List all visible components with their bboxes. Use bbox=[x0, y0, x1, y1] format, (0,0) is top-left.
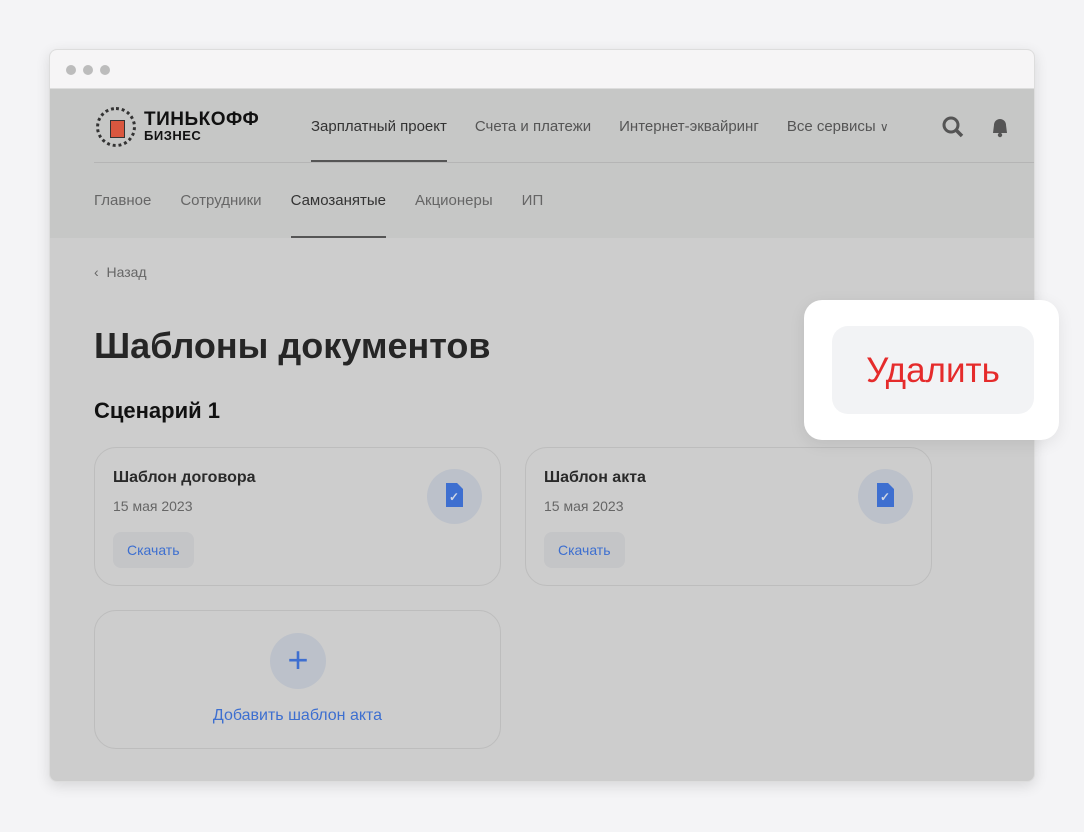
add-template-label[interactable]: Добавить шаблон акта bbox=[95, 707, 500, 725]
download-button[interactable]: Скачать bbox=[544, 532, 625, 568]
page-title: Шаблоны документов bbox=[94, 325, 491, 366]
logo-name: ТИНЬКОФФ bbox=[144, 109, 260, 130]
chevron-left-icon: ‹ bbox=[94, 264, 99, 280]
logo-sub: БИЗНЕС bbox=[144, 128, 202, 143]
card-title: Шаблон договора bbox=[113, 469, 256, 486]
plus-icon: + bbox=[270, 633, 326, 689]
top-nav: Зарплатный проект Счета и платежи Интерн… bbox=[311, 89, 889, 162]
logo[interactable]: ТИНЬКОФФ БИЗНЕС bbox=[96, 107, 259, 147]
all-services-label: Все сервисы bbox=[786, 118, 876, 135]
template-card[interactable]: Шаблон акта 15 мая 2023 Скачать bbox=[525, 447, 932, 586]
add-template-card[interactable]: + Добавить шаблон акта bbox=[94, 610, 501, 749]
topnav-acquiring[interactable]: Интернет-эквайринг bbox=[619, 89, 759, 162]
sub-nav: Главное Сотрудники Самозанятые Акционеры… bbox=[94, 163, 543, 238]
document-check-icon bbox=[858, 469, 913, 524]
topnav-accounts[interactable]: Счета и платежи bbox=[475, 89, 591, 162]
topnav-salary[interactable]: Зарплатный проект bbox=[311, 89, 447, 162]
delete-button[interactable]: Удалить bbox=[832, 326, 1034, 414]
window-dot[interactable] bbox=[83, 65, 93, 75]
document-check-icon bbox=[427, 469, 482, 524]
back-label: Назад bbox=[106, 264, 147, 280]
header: ТИНЬКОФФ БИЗНЕС Зарплатный проект Счета и… bbox=[50, 89, 1034, 238]
bell-icon[interactable] bbox=[988, 115, 1012, 139]
scenario-title: Сценарий 1 bbox=[94, 398, 221, 423]
logo-emblem-icon bbox=[96, 107, 136, 147]
card-date: 15 мая 2023 bbox=[544, 498, 624, 514]
template-card[interactable]: Шаблон договора 15 мая 2023 Скачать bbox=[94, 447, 501, 586]
download-button[interactable]: Скачать bbox=[113, 532, 194, 568]
tab-ip[interactable]: ИП bbox=[522, 163, 544, 238]
card-date: 15 мая 2023 bbox=[113, 498, 193, 514]
card-title: Шаблон акта bbox=[544, 469, 646, 486]
chevron-down-icon: ∨ bbox=[879, 120, 889, 134]
topnav-all-services[interactable]: Все сервисы ∨ bbox=[787, 89, 889, 162]
window-dot[interactable] bbox=[100, 65, 110, 75]
tab-employees[interactable]: Сотрудники bbox=[180, 163, 261, 238]
tab-main[interactable]: Главное bbox=[94, 163, 151, 238]
back-link[interactable]: ‹ Назад bbox=[94, 264, 147, 280]
window-dot[interactable] bbox=[66, 65, 76, 75]
tab-self-employed[interactable]: Самозанятые bbox=[290, 163, 387, 238]
search-icon[interactable] bbox=[941, 115, 965, 139]
title-bar bbox=[50, 50, 1034, 89]
tab-shareholders[interactable]: Акционеры bbox=[415, 163, 493, 238]
context-popup: Удалить bbox=[804, 300, 1059, 440]
